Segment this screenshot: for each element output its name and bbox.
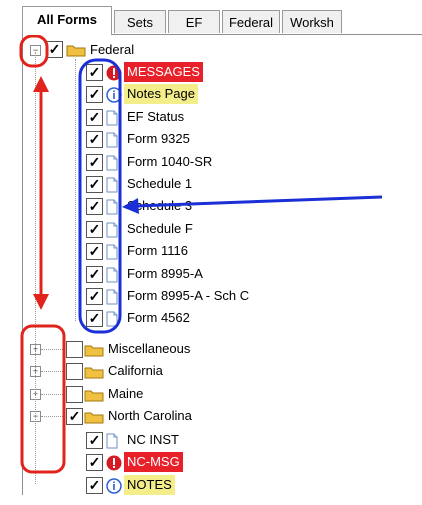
tree-item[interactable]: ✓ Form 9325: [23, 129, 383, 151]
item-checkbox[interactable]: ✓: [86, 220, 103, 238]
tree-folder[interactable]: − ✓ North Carolina: [23, 406, 383, 428]
tree-connector: [41, 349, 63, 350]
document-icon: [106, 132, 118, 148]
item-label: EF Status: [127, 108, 185, 124]
item-label: Form 1116: [127, 243, 188, 259]
item-label: Form 1040-SR: [127, 153, 213, 169]
info-icon: [106, 87, 122, 104]
folder-icon: [84, 412, 104, 424]
federal-label: Federal: [90, 42, 135, 57]
tab-federal[interactable]: Federal: [222, 10, 280, 33]
document-icon: [106, 267, 118, 283]
tab-ef[interactable]: EF: [168, 10, 220, 33]
item-checkbox[interactable]: ✓: [86, 108, 103, 126]
tree-folder[interactable]: + California: [23, 361, 383, 383]
folder-label: Maine: [108, 385, 144, 401]
tree-item[interactable]: ✓ NC-MSG: [23, 452, 383, 474]
tree-item[interactable]: ✓ Form 8995-A: [23, 264, 383, 286]
folder-label: North Carolina: [108, 408, 192, 424]
tree-connector: [35, 52, 36, 484]
alert-icon: [106, 455, 122, 471]
tree-item[interactable]: ✓ NC INST: [23, 430, 383, 452]
alert-icon: [106, 65, 122, 81]
tree-connector: [41, 371, 63, 373]
item-label: Schedule 3: [127, 198, 193, 214]
folder-icon: [84, 390, 104, 402]
folder-checkbox[interactable]: [66, 363, 83, 381]
item-checkbox[interactable]: ✓: [86, 198, 103, 216]
item-label: NOTES: [124, 474, 175, 495]
item-label: MESSAGES: [124, 62, 203, 82]
folder-label: California: [108, 363, 163, 379]
item-label: Form 4562: [127, 310, 190, 326]
item-label: NC-MSG: [124, 452, 183, 473]
tree-folder[interactable]: + Maine: [23, 384, 383, 406]
tree-item[interactable]: ✓ EF Status: [23, 107, 383, 129]
forms-tree: − ✓ Federal ✓ MESSAGES ✓ Notes Page ✓ EF Stat…: [22, 35, 403, 495]
document-icon: [106, 311, 118, 327]
item-checkbox[interactable]: ✓: [86, 153, 103, 171]
tree-item[interactable]: ✓ Schedule 3: [23, 196, 383, 218]
item-checkbox[interactable]: ✓: [86, 432, 103, 449]
item-label: Schedule 1: [127, 176, 193, 191]
item-checkbox[interactable]: ✓: [86, 176, 103, 193]
tree-connector: [41, 416, 63, 418]
tree-item[interactable]: ✓ Form 4562: [23, 308, 383, 330]
tree-item[interactable]: ✓ Schedule F: [23, 219, 383, 241]
folder-icon: [84, 345, 104, 357]
item-checkbox[interactable]: ✓: [86, 131, 103, 149]
item-label: Form 8995-A - Sch C: [127, 288, 250, 303]
document-icon: [106, 155, 118, 171]
tree-item[interactable]: ✓ NOTES: [23, 474, 383, 497]
tree-connector: [75, 59, 76, 321]
document-icon: [106, 244, 118, 260]
item-label: Form 9325: [127, 131, 190, 147]
tab-worksheets[interactable]: Worksh: [282, 10, 342, 33]
tree-item[interactable]: ✓ Notes Page: [23, 84, 383, 106]
document-icon: [106, 289, 118, 305]
tree-connector: [41, 393, 63, 395]
tree-item[interactable]: ✓ Form 1116: [23, 241, 383, 263]
item-checkbox[interactable]: ✓: [86, 454, 103, 472]
folder-icon: [66, 45, 86, 57]
item-label: Form 8995-A: [127, 265, 203, 281]
tab-sets[interactable]: Sets: [114, 10, 166, 33]
item-checkbox[interactable]: ✓: [86, 476, 103, 494]
folder-label: Miscellaneous: [108, 341, 191, 356]
folder-icon: [84, 367, 104, 379]
document-icon: [106, 177, 118, 193]
folder-checkbox[interactable]: [66, 385, 83, 403]
item-checkbox[interactable]: ✓: [86, 243, 103, 261]
item-checkbox[interactable]: ✓: [86, 86, 103, 104]
item-checkbox[interactable]: ✓: [86, 288, 103, 305]
tree-item[interactable]: ✓ MESSAGES: [23, 62, 383, 84]
federal-checkbox[interactable]: ✓: [46, 41, 63, 58]
item-checkbox[interactable]: ✓: [86, 310, 103, 328]
tree-folder[interactable]: + Miscellaneous: [23, 339, 383, 361]
tree-folder-federal[interactable]: − ✓ Federal: [23, 40, 403, 62]
folder-checkbox[interactable]: ✓: [66, 408, 83, 426]
document-icon: [106, 433, 118, 449]
item-label: Schedule F: [127, 220, 193, 236]
document-icon: [106, 222, 118, 238]
item-checkbox[interactable]: ✓: [86, 265, 103, 283]
info-icon: [106, 478, 122, 494]
folder-checkbox[interactable]: [66, 341, 83, 358]
item-checkbox[interactable]: ✓: [86, 64, 103, 81]
forms-panel: All Forms Sets EF Federal Worksh − ✓ Fed…: [0, 0, 422, 505]
document-icon: [106, 199, 118, 215]
item-label: NC INST: [127, 432, 179, 447]
forms-tab-bar: All Forms Sets EF Federal Worksh: [22, 6, 422, 35]
item-label: Notes Page: [124, 84, 198, 105]
tree-item[interactable]: ✓ Form 8995-A - Sch C: [23, 286, 383, 308]
tab-all-forms[interactable]: All Forms: [22, 6, 112, 35]
tree-item[interactable]: ✓ Schedule 1: [23, 174, 383, 196]
document-icon: [106, 110, 118, 126]
tree-item[interactable]: ✓ Form 1040-SR: [23, 152, 383, 174]
